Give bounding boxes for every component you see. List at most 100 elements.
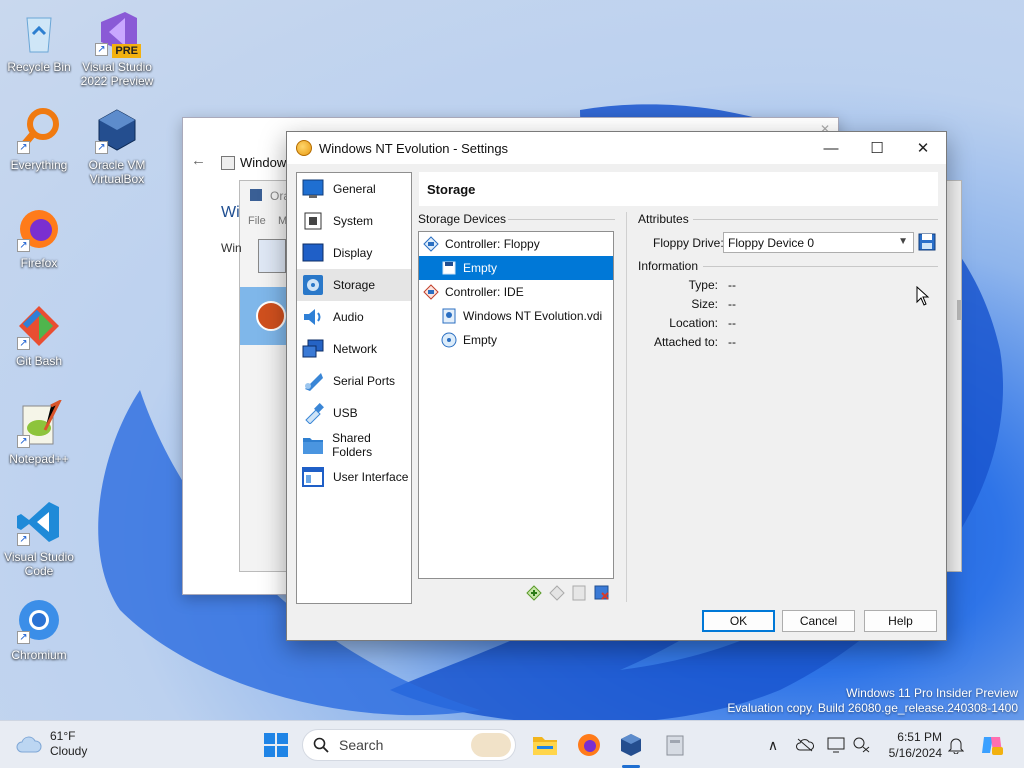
tree-row-controller-floppy[interactable]: Controller: Floppy [419, 232, 613, 256]
maximize-button[interactable]: ☐ [854, 132, 900, 164]
add-attachment-button[interactable] [570, 584, 588, 602]
nav-item-serial-ports[interactable]: Serial Ports [297, 365, 411, 397]
desktop-icon-visual-studio-2022-preview[interactable]: PRE ↗ Visual Studio 2022 Preview [78, 8, 156, 88]
firefox-icon [578, 734, 600, 756]
desktop-icon-everything[interactable]: ↗ Everything [0, 106, 78, 172]
serial-ports-icon [301, 369, 325, 393]
system-icon [301, 209, 325, 233]
vm-settings-icon [296, 140, 312, 156]
minimize-button[interactable]: — [808, 132, 854, 164]
back-arrow-icon[interactable]: ← [191, 152, 206, 169]
vm-list-selected-item[interactable] [240, 287, 290, 345]
show-hidden-icons-button[interactable]: ∧ [763, 735, 783, 755]
desktop-icon-visual-studio-code[interactable]: ↗ Visual Studio Code [0, 498, 78, 578]
general-icon [301, 177, 325, 201]
nav-item-system[interactable]: System [297, 205, 411, 237]
notifications-bell-icon[interactable] [946, 735, 966, 755]
desktop-icon-recycle-bin[interactable]: Recycle Bin [0, 8, 78, 74]
desktop-icon-label: Git Bash [15, 354, 63, 368]
search-highlight-icon [471, 733, 511, 757]
nav-item-usb[interactable]: USB [297, 397, 411, 429]
remove-attachment-icon [594, 585, 609, 600]
shortcut-arrow-icon: ↗ [17, 435, 30, 448]
watermark-line-1: Windows 11 Pro Insider Preview [846, 686, 1018, 700]
floppy-save-icon [918, 233, 936, 251]
settings-dialog[interactable]: Windows NT Evolution - Settings — ☐ ✕ Ge… [286, 131, 947, 641]
desktop-icon-oracle-vm-virtualbox[interactable]: ↗ Oracle VM VirtualBox [78, 106, 156, 186]
storage-tree[interactable]: Controller: Floppy Empty Controller: IDE… [418, 231, 614, 579]
floppy-disk-icon [441, 260, 457, 276]
help-button[interactable]: Help [864, 610, 937, 632]
recycle-bin-icon [15, 8, 63, 56]
nav-label: Serial Ports [333, 374, 396, 388]
weather-description: Cloudy [50, 744, 88, 758]
floppy-controller-icon [423, 236, 439, 252]
notepad-plus-plus-icon: ↗ [15, 398, 63, 448]
tree-label: Controller: Floppy [445, 237, 540, 251]
nav-item-display[interactable]: Display [297, 237, 411, 269]
tree-row-floppy-empty[interactable]: Empty [419, 256, 613, 280]
floppy-drive-label: Floppy Drive: [653, 236, 724, 250]
splitter[interactable] [626, 212, 627, 602]
nav-item-shared-folders[interactable]: Shared Folders [297, 429, 411, 461]
info-size-value: -- [728, 297, 736, 311]
taskbar-virtualbox[interactable] [617, 731, 645, 759]
taskbar-search[interactable]: Search [302, 729, 516, 761]
start-button[interactable] [264, 733, 288, 757]
desktop-icon-label: Chromium [11, 648, 67, 662]
desktop-icon-git-bash[interactable]: ↗ Git Bash [0, 302, 78, 368]
title-bar[interactable]: Windows NT Evolution - Settings — ☐ ✕ [287, 132, 946, 164]
desktop-icon-firefox[interactable]: ↗ Firefox [0, 204, 78, 270]
remove-attachment-button[interactable] [593, 584, 611, 602]
shortcut-arrow-icon: ↗ [95, 43, 108, 56]
nav-label: USB [333, 406, 358, 420]
optical-disk-icon [441, 332, 457, 348]
taskbar-clock[interactable]: 6:51 PM 5/16/2024 [880, 729, 942, 761]
floppy-drive-select[interactable]: Floppy Device 0 ▼ [723, 232, 914, 253]
search-placeholder: Search [339, 737, 384, 753]
cancel-button[interactable]: Cancel [782, 610, 855, 632]
desktop-icon-label: Oracle VM VirtualBox [88, 158, 146, 186]
ide-controller-icon [423, 284, 439, 300]
network-status-icon[interactable] [852, 735, 872, 755]
tree-row-hard-disk[interactable]: Windows NT Evolution.vdi [419, 304, 613, 328]
storage-icon [301, 273, 325, 297]
tree-row-controller-ide[interactable]: Controller: IDE [419, 280, 613, 304]
remove-controller-button[interactable] [548, 584, 566, 602]
nav-item-general[interactable]: General [297, 173, 411, 205]
weather-temperature: 61°F [50, 729, 76, 743]
nav-label: User Interface [333, 470, 409, 484]
vscode-icon: ↗ [15, 498, 63, 546]
add-attachment-icon [572, 585, 586, 601]
git-bash-icon: ↗ [15, 302, 63, 350]
nav-item-audio[interactable]: Audio [297, 301, 411, 333]
attributes-heading: Attributes [638, 212, 689, 226]
tree-row-optical-empty[interactable]: Empty [419, 328, 613, 352]
vm-settings-window-icon [666, 735, 684, 756]
audio-icon [301, 305, 325, 329]
display-icon[interactable] [826, 735, 846, 755]
desktop-icon-notepad-plus-plus[interactable]: ↗ Notepad++ [0, 398, 78, 466]
menu-file[interactable]: File [248, 215, 266, 227]
close-button[interactable]: ✕ [900, 132, 946, 164]
taskbar-vm-settings[interactable] [661, 731, 689, 759]
shortcut-arrow-icon: ↗ [17, 141, 30, 154]
copilot-icon[interactable] [980, 733, 1004, 757]
desktop-icon-label: Everything [10, 158, 68, 172]
tree-label: Windows NT Evolution.vdi [463, 309, 603, 323]
nav-item-network[interactable]: Network [297, 333, 411, 365]
taskbar-file-explorer[interactable] [531, 731, 559, 759]
background-heading: Wi [221, 204, 240, 221]
onedrive-offline-icon[interactable] [795, 735, 815, 755]
choose-floppy-disk-button[interactable] [918, 233, 936, 251]
nav-item-user-interface[interactable]: User Interface [297, 461, 411, 493]
virtualbox-small-icon [250, 189, 262, 201]
background-scrollbar[interactable] [957, 300, 961, 320]
desktop-icon-chromium[interactable]: ↗ Chromium [0, 596, 78, 662]
add-controller-button[interactable] [525, 584, 543, 602]
ok-button[interactable]: OK [702, 610, 775, 632]
weather-widget[interactable]: 61°F Cloudy [16, 729, 87, 759]
nav-item-storage[interactable]: Storage [297, 269, 411, 301]
taskbar-firefox[interactable] [575, 731, 603, 759]
tree-label: Controller: IDE [445, 285, 524, 299]
